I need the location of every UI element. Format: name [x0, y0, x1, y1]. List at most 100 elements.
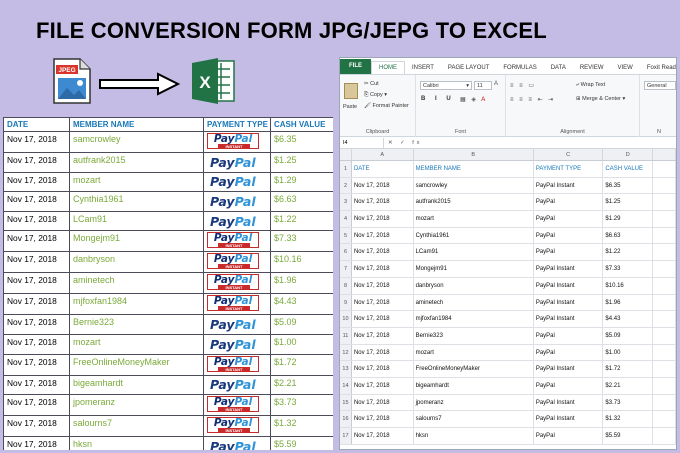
cell[interactable]: Nov 17, 2018	[352, 344, 414, 361]
select-all-corner[interactable]	[340, 149, 352, 160]
row-number[interactable]: 17	[340, 428, 352, 444]
cell[interactable]: PayPal Instant	[534, 177, 604, 194]
cell[interactable]: bigeamhardt	[414, 377, 534, 394]
cell[interactable]	[653, 361, 676, 377]
cell[interactable]: PayPal Instant	[534, 311, 604, 327]
format-painter-button[interactable]: 🖌 Format Painter	[364, 103, 409, 109]
cell[interactable]: $1.22	[603, 244, 654, 261]
column-header-a[interactable]: A	[352, 149, 414, 160]
cell[interactable]: $6.63	[603, 227, 654, 244]
cell[interactable]: Bernie323	[414, 327, 534, 344]
cell[interactable]: PayPal Instant	[534, 294, 604, 311]
cell[interactable]: hksn	[414, 428, 534, 444]
cell[interactable]: $1.32	[603, 411, 654, 427]
cell[interactable]	[653, 161, 676, 177]
cell[interactable]	[653, 344, 676, 361]
cell[interactable]: mjfoxfan1984	[414, 311, 534, 327]
tab-data[interactable]: DATA	[544, 65, 573, 74]
column-header-c[interactable]: C	[534, 149, 604, 160]
cut-button[interactable]: ✂ Cut	[364, 81, 379, 87]
grow-font-icon[interactable]: A	[494, 81, 500, 87]
cell[interactable]: $3.73	[603, 394, 654, 411]
cell[interactable]: Nov 17, 2018	[352, 428, 414, 444]
cell[interactable]: jpomeranz	[414, 394, 534, 411]
row-number[interactable]: 8	[340, 277, 352, 294]
row-number[interactable]: 7	[340, 261, 352, 277]
bold-italic-underline-icons[interactable]: B I U	[421, 96, 455, 102]
cell[interactable]	[653, 377, 676, 394]
cell[interactable]: LCam91	[414, 244, 534, 261]
tab-file[interactable]: FILE	[340, 59, 371, 74]
cell[interactable]: $1.72	[603, 361, 654, 377]
row-number[interactable]: 6	[340, 244, 352, 261]
cell[interactable]: PayPal	[534, 211, 604, 227]
cell[interactable]	[653, 194, 676, 211]
cell[interactable]	[653, 428, 676, 444]
tab-insert[interactable]: INSERT	[405, 65, 441, 74]
cell[interactable]: PayPal Instant	[534, 411, 604, 427]
cell[interactable]: PayPal Instant	[534, 261, 604, 277]
cell[interactable]	[653, 211, 676, 227]
cell[interactable]: Nov 17, 2018	[352, 294, 414, 311]
cell[interactable]: aminetech	[414, 294, 534, 311]
cell[interactable]: $5.09	[603, 327, 654, 344]
cell[interactable]: PAYMENT TYPE	[534, 161, 604, 177]
cell[interactable]	[653, 294, 676, 311]
number-format-select[interactable]: General	[644, 81, 676, 90]
column-header-d[interactable]: D	[603, 149, 654, 160]
row-number[interactable]: 2	[340, 177, 352, 194]
cell[interactable]: Nov 17, 2018	[352, 194, 414, 211]
cell[interactable]	[653, 394, 676, 411]
name-box[interactable]: I4	[340, 137, 384, 148]
cell[interactable]: PayPal	[534, 428, 604, 444]
cell[interactable]: DATE	[352, 161, 414, 177]
cell[interactable]	[653, 327, 676, 344]
cell[interactable]	[653, 244, 676, 261]
cell[interactable]: Nov 17, 2018	[352, 411, 414, 427]
tab-view[interactable]: VIEW	[611, 65, 640, 74]
cell[interactable]: Cynthia1961	[414, 227, 534, 244]
tab-foxit-reader-pdf[interactable]: Foxit Reader PDF	[640, 65, 676, 74]
cell[interactable]: Nov 17, 2018	[352, 261, 414, 277]
cell[interactable]: PayPal Instant	[534, 277, 604, 294]
cell[interactable]: mozart	[414, 211, 534, 227]
vertical-align-icons[interactable]: ≡ ≡ ▭	[510, 82, 536, 89]
cell[interactable]	[653, 227, 676, 244]
cell[interactable]: $1.00	[603, 344, 654, 361]
font-size-select[interactable]: 11	[474, 81, 492, 90]
cell[interactable]: $1.96	[603, 294, 654, 311]
cell[interactable]: CASH VALUE	[603, 161, 654, 177]
cell[interactable]: MEMBER NAME	[414, 161, 534, 177]
tab-formulas[interactable]: FORMULAS	[496, 65, 543, 74]
cell[interactable]: Nov 17, 2018	[352, 211, 414, 227]
cell[interactable]: $2.21	[603, 377, 654, 394]
cell[interactable]: PayPal	[534, 244, 604, 261]
cell[interactable]: mozart	[414, 344, 534, 361]
row-number[interactable]: 16	[340, 411, 352, 427]
row-number[interactable]: 10	[340, 311, 352, 327]
paste-icon[interactable]	[344, 83, 358, 99]
tab-review[interactable]: REVIEW	[573, 65, 611, 74]
cell[interactable]: PayPal	[534, 377, 604, 394]
cell[interactable]: Nov 17, 2018	[352, 227, 414, 244]
wrap-text-button[interactable]: ⤶ Wrap Text	[576, 82, 605, 89]
cell[interactable]: PayPal	[534, 194, 604, 211]
row-number[interactable]: 13	[340, 361, 352, 377]
cell[interactable]: autfrank2015	[414, 194, 534, 211]
cell[interactable]: $1.25	[603, 194, 654, 211]
cell[interactable]: PayPal	[534, 227, 604, 244]
row-number[interactable]: 12	[340, 344, 352, 361]
cell[interactable]: $5.59	[603, 428, 654, 444]
tab-home[interactable]: HOME	[371, 61, 405, 74]
cell[interactable]	[653, 277, 676, 294]
cell[interactable]: $6.35	[603, 177, 654, 194]
cell[interactable]: $4.43	[603, 311, 654, 327]
fx-icon[interactable]: fx	[412, 140, 422, 146]
cell[interactable]: Nov 17, 2018	[352, 277, 414, 294]
cell[interactable]: PayPal Instant	[534, 394, 604, 411]
cell[interactable]: PayPal	[534, 344, 604, 361]
cell[interactable]: FreeOnlineMoneyMaker	[414, 361, 534, 377]
row-number[interactable]: 9	[340, 294, 352, 311]
horizontal-align-icons[interactable]: ≡ ≡ ≡ ⇤ ⇥	[510, 96, 555, 103]
cell[interactable]: Nov 17, 2018	[352, 327, 414, 344]
